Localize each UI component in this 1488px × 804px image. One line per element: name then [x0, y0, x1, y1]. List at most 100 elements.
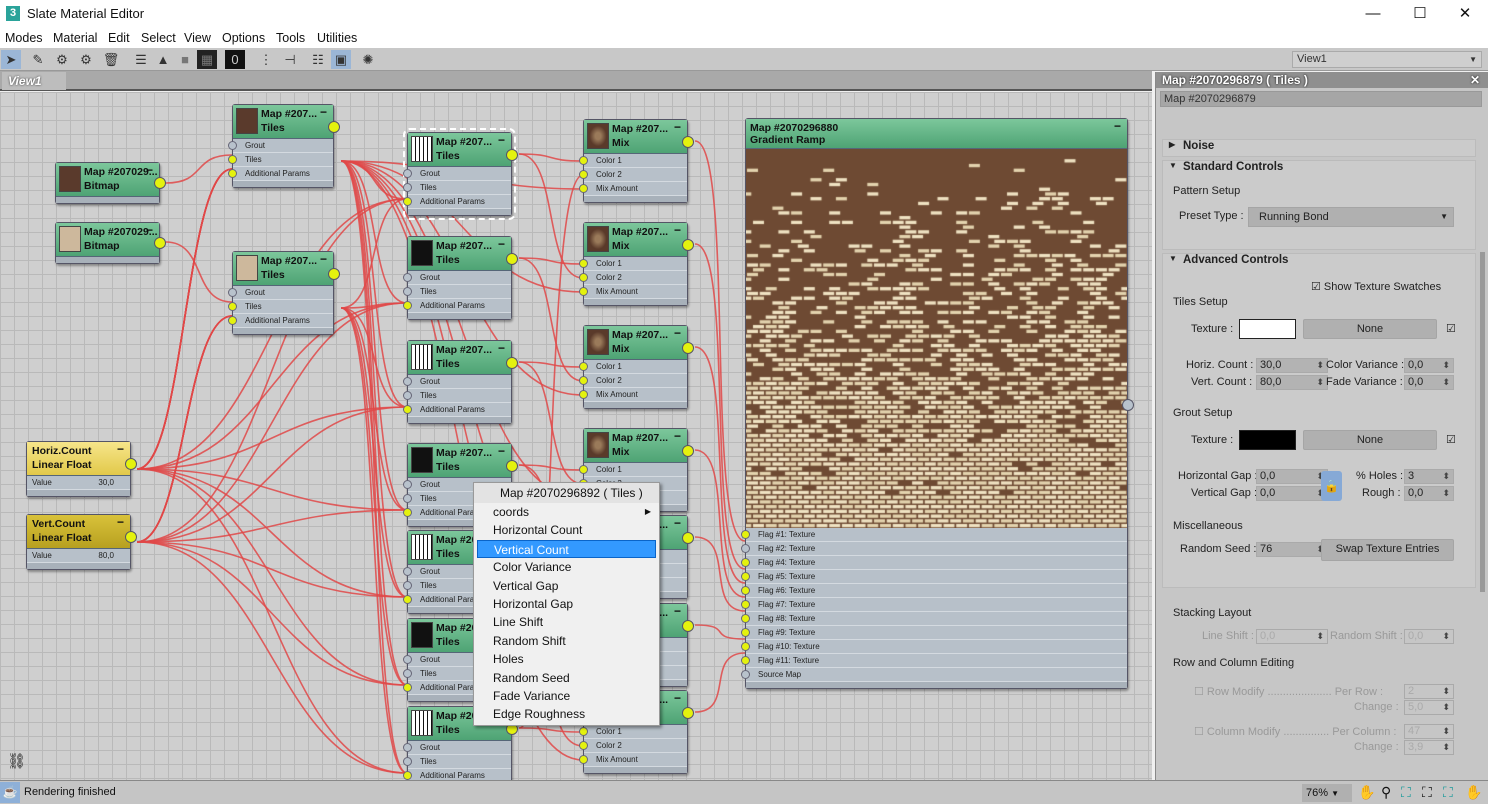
- input-socket[interactable]: [579, 741, 588, 750]
- output-socket[interactable]: [328, 121, 340, 133]
- input-socket[interactable]: [741, 558, 750, 567]
- node-tilesC[interactable]: Map #207... Tiles − Grout Tiles Additional Pa…: [403, 340, 518, 424]
- minimize-node-icon[interactable]: −: [674, 516, 681, 530]
- material-explorer-icon[interactable]: ✺: [358, 50, 378, 69]
- input-socket[interactable]: [228, 288, 237, 297]
- vertical-gap-spinner[interactable]: 0,0: [1256, 486, 1328, 501]
- input-socket[interactable]: [741, 656, 750, 665]
- view-select-dropdown[interactable]: View1 ▼: [1292, 51, 1482, 68]
- input-socket[interactable]: [741, 628, 750, 637]
- close-button[interactable]: ✕: [1442, 0, 1488, 28]
- menu-select[interactable]: Select: [141, 31, 176, 45]
- grout-texture-button[interactable]: None: [1303, 430, 1437, 450]
- zoom-extents-selected-icon[interactable]: ⛶: [1443, 784, 1453, 801]
- input-socket[interactable]: [403, 683, 412, 692]
- node-header[interactable]: Horiz.Count Linear Float −: [27, 442, 130, 476]
- pan-to-selected-icon[interactable]: ✋: [1465, 784, 1482, 801]
- node-header[interactable]: Map #207... Tiles −: [408, 341, 511, 375]
- triangle-down-icon[interactable]: ▼: [1169, 161, 1177, 170]
- node-header[interactable]: Map #207... Tiles −: [233, 252, 333, 286]
- zoom-icon[interactable]: ⚲: [1381, 784, 1391, 801]
- put-to-scene-icon[interactable]: ⚙: [52, 50, 72, 69]
- minimize-node-icon[interactable]: −: [320, 105, 327, 119]
- output-socket[interactable]: [154, 177, 166, 189]
- minimize-node-icon[interactable]: −: [320, 252, 327, 266]
- output-socket[interactable]: [506, 149, 518, 161]
- material-id-icon[interactable]: 0: [225, 50, 245, 69]
- output-socket[interactable]: [682, 239, 694, 251]
- input-socket[interactable]: [741, 586, 750, 595]
- grout-texture-checkbox[interactable]: ☑: [1446, 433, 1456, 446]
- input-socket[interactable]: [403, 567, 412, 576]
- input-socket[interactable]: [741, 670, 750, 679]
- output-socket[interactable]: [328, 268, 340, 280]
- output-socket[interactable]: [682, 620, 694, 632]
- show-background-icon[interactable]: ▦: [197, 50, 217, 69]
- context-menu-item[interactable]: Color Variance: [474, 558, 659, 576]
- close-panel-icon[interactable]: ✕: [1470, 72, 1480, 88]
- rough-spinner[interactable]: 0,0: [1404, 486, 1454, 501]
- rollout-standard-label[interactable]: Standard Controls: [1183, 161, 1283, 173]
- node-header[interactable]: Map #207029... Bitmap −: [56, 163, 159, 197]
- input-socket[interactable]: [579, 376, 588, 385]
- zoom-dropdown[interactable]: 76% ▼: [1302, 784, 1352, 802]
- node-tilesC[interactable]: Map #207... Tiles − Grout Tiles Additional Pa…: [403, 128, 518, 220]
- tab-view1[interactable]: View1: [2, 72, 66, 90]
- context-menu-item[interactable]: Holes: [474, 650, 659, 668]
- minimize-node-icon[interactable]: −: [498, 237, 505, 251]
- minimize-node-icon[interactable]: −: [674, 429, 681, 443]
- menu-utilities[interactable]: Utilities: [317, 31, 357, 45]
- layout-children-icon[interactable]: ⊣: [280, 50, 300, 69]
- output-socket[interactable]: [682, 532, 694, 544]
- input-socket[interactable]: [403, 508, 412, 517]
- node-header[interactable]: Map #207... Tiles −: [408, 133, 511, 167]
- context-menu-item[interactable]: Horizontal Gap: [474, 595, 659, 613]
- holes-spinner[interactable]: 3: [1404, 469, 1454, 484]
- input-socket[interactable]: [741, 544, 750, 553]
- output-socket[interactable]: [125, 531, 137, 543]
- rollout-advanced-label[interactable]: Advanced Controls: [1183, 254, 1288, 266]
- output-socket[interactable]: [682, 342, 694, 354]
- input-socket[interactable]: [403, 197, 412, 206]
- random-seed-spinner[interactable]: 76: [1256, 542, 1328, 557]
- input-socket[interactable]: [741, 530, 750, 539]
- node-vert[interactable]: Vert.Count Linear Float − Value 80,0: [26, 514, 137, 570]
- input-socket[interactable]: [579, 170, 588, 179]
- output-socket[interactable]: [506, 253, 518, 265]
- select-arrow-icon[interactable]: ➤: [1, 50, 21, 69]
- move-children-icon[interactable]: ☰: [131, 50, 151, 69]
- fade-variance-spinner[interactable]: 0,0: [1404, 375, 1454, 390]
- minimize-node-icon[interactable]: −: [674, 604, 681, 618]
- tiles-color-swatch[interactable]: [1239, 319, 1296, 339]
- minimize-node-icon[interactable]: −: [674, 223, 681, 237]
- node-tilesC[interactable]: Map #207... Tiles − Grout Tiles Additional Pa…: [403, 236, 518, 320]
- output-socket[interactable]: [682, 136, 694, 148]
- delete-icon[interactable]: 🗑: [101, 50, 121, 69]
- input-socket[interactable]: [228, 155, 237, 164]
- context-menu-item[interactable]: Vertical Count: [477, 539, 656, 559]
- input-socket[interactable]: [403, 743, 412, 752]
- input-socket[interactable]: [403, 669, 412, 678]
- context-menu-item[interactable]: Horizontal Count: [474, 521, 659, 539]
- eyedropper-icon[interactable]: ✎: [28, 50, 48, 69]
- input-socket[interactable]: [228, 141, 237, 150]
- input-socket[interactable]: [403, 757, 412, 766]
- panel-scrollbar[interactable]: [1480, 252, 1485, 592]
- input-socket[interactable]: [403, 405, 412, 414]
- input-socket[interactable]: [403, 169, 412, 178]
- node-header[interactable]: Vert.Count Linear Float −: [27, 515, 130, 549]
- minimize-node-icon[interactable]: −: [146, 163, 153, 177]
- input-socket[interactable]: [579, 755, 588, 764]
- horiz-count-spinner[interactable]: 30,0: [1256, 358, 1328, 373]
- node-header[interactable]: Map #207... Tiles −: [408, 444, 511, 478]
- input-socket[interactable]: [741, 600, 750, 609]
- node-header[interactable]: Map #207029... Bitmap −: [56, 223, 159, 257]
- input-socket[interactable]: [579, 465, 588, 474]
- show-swatches-checkbox[interactable]: ☑ Show Texture Swatches: [1311, 280, 1441, 293]
- input-socket[interactable]: [228, 169, 237, 178]
- context-menu-item[interactable]: Edge Roughness: [474, 705, 659, 723]
- menu-view[interactable]: View: [184, 31, 211, 45]
- output-socket[interactable]: [506, 460, 518, 472]
- input-socket[interactable]: [579, 390, 588, 399]
- node-header[interactable]: Map #207... Mix −: [584, 326, 687, 360]
